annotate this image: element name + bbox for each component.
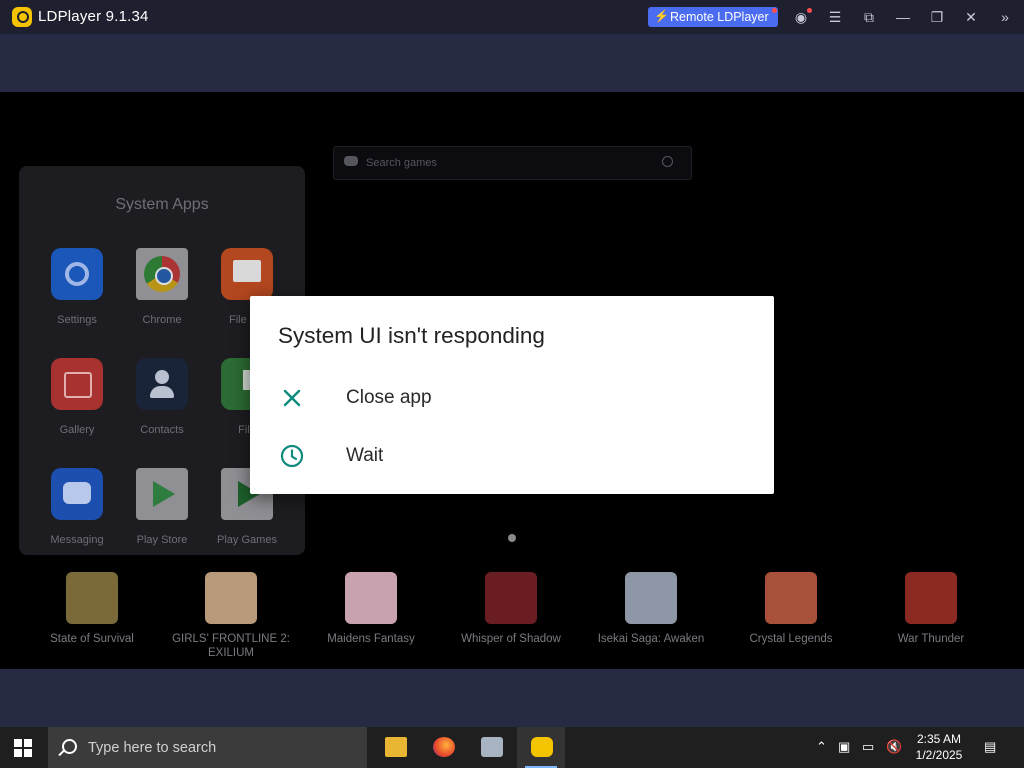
game-war-thunder[interactable]: War Thunder: [861, 572, 1001, 646]
emulator-top-bar: [0, 34, 1024, 92]
ldplayer-taskbar-button[interactable]: [517, 727, 565, 768]
gamepad-icon: [344, 156, 358, 166]
notification-icon[interactable]: ▤: [984, 739, 996, 755]
app-messaging[interactable]: Messaging: [35, 468, 119, 546]
network-icon[interactable]: ▭: [862, 739, 874, 755]
wait-button[interactable]: Wait: [250, 430, 774, 482]
app-taskbar-button[interactable]: [467, 727, 515, 768]
game-icon: [205, 572, 257, 624]
game-icon: [765, 572, 817, 624]
game-whisper-of-shadow[interactable]: Whisper of Shadow: [441, 572, 581, 646]
clock-time: 2:35 AM: [916, 732, 962, 746]
taskbar-search-box[interactable]: Type here to search: [48, 727, 367, 768]
game-crystal-legends[interactable]: Crystal Legends: [721, 572, 861, 646]
not-responding-dialog: System UI isn't responding Close app Wai…: [250, 296, 774, 494]
remote-ldplayer-button[interactable]: ⚡ Remote LDPlayer: [648, 7, 778, 27]
close-icon[interactable]: ✕: [962, 8, 980, 26]
search-icon[interactable]: [662, 156, 673, 167]
menu-icon[interactable]: ☰: [826, 8, 844, 26]
play-store-icon: [136, 468, 188, 520]
search-icon: [62, 739, 77, 754]
ldplayer-icon: [531, 737, 553, 757]
app-label: Chrome: [142, 314, 182, 326]
game-icon: [625, 572, 677, 624]
chevron-up-icon[interactable]: ⌃: [816, 739, 827, 755]
search-games-bar[interactable]: Search games: [333, 146, 692, 180]
game-label: State of Survival: [50, 633, 134, 645]
taskbar-clock[interactable]: 2:35 AM 1/2/2025: [905, 731, 973, 763]
game-label: Maidens Fantasy: [327, 633, 415, 645]
shrink-icon[interactable]: ⧉: [860, 8, 878, 26]
firefox-taskbar-button[interactable]: [419, 727, 467, 768]
game-state-of-survival[interactable]: State of Survival: [22, 572, 162, 646]
app-gallery[interactable]: Gallery: [35, 358, 119, 436]
taskbar-search-placeholder: Type here to search: [88, 740, 217, 756]
contacts-icon: [136, 358, 188, 410]
game-icon: [345, 572, 397, 624]
game-label: War Thunder: [897, 633, 965, 645]
minimize-icon[interactable]: —: [894, 8, 912, 26]
lightning-icon: ⚡: [654, 9, 669, 23]
system-apps-title: System Apps: [115, 196, 209, 213]
app-label: Play Games: [217, 534, 277, 546]
windows-taskbar: Type here to search ⌃ ▣ ▭ 🔇 2:35 AM 1/2/…: [0, 727, 1024, 768]
close-app-icon: [283, 389, 301, 407]
gallery-icon: [51, 358, 103, 410]
game-label: GIRLS' FRONTLINE 2: EXILIUM: [172, 633, 290, 659]
expand-sidebar-icon[interactable]: »: [996, 8, 1014, 26]
restore-icon[interactable]: ❐: [928, 8, 946, 26]
settings-icon: [51, 248, 103, 300]
windows-start-icon[interactable]: [14, 739, 32, 757]
file-manager-icon: [221, 248, 273, 300]
remote-ldplayer-label: Remote LDPlayer: [670, 10, 769, 24]
notification-dot: [772, 8, 777, 13]
game-icon: [66, 572, 118, 624]
page-indicator-dot: [508, 534, 516, 542]
app-label: Play Store: [136, 534, 188, 546]
emulator-bottom-bar: [0, 669, 1024, 727]
clock-date: 1/2/2025: [915, 748, 963, 762]
close-app-label: Close app: [346, 387, 432, 408]
app-label: Gallery: [59, 424, 95, 436]
app-label: Messaging: [50, 534, 104, 546]
game-label: Whisper of Shadow: [461, 633, 561, 645]
folder-icon: [385, 737, 407, 757]
close-app-button[interactable]: Close app: [250, 372, 774, 424]
volume-muted-icon[interactable]: 🔇: [886, 739, 902, 755]
app-settings[interactable]: Settings: [35, 248, 119, 326]
game-isekai-saga[interactable]: Isekai Saga: Awaken: [581, 572, 721, 646]
window-app-icon: [481, 737, 503, 757]
title-bar: LDPlayer 9.1.34 ⚡ Remote LDPlayer ◉ ☰ ⧉ …: [0, 0, 1024, 34]
game-label: Crystal Legends: [749, 633, 833, 645]
game-icon: [485, 572, 537, 624]
app-contacts[interactable]: Contacts: [120, 358, 204, 436]
app-chrome[interactable]: Chrome: [120, 248, 204, 326]
game-maidens-fantasy[interactable]: Maidens Fantasy: [301, 572, 441, 646]
shield-warning-icon[interactable]: ▣: [838, 739, 850, 755]
file-explorer-taskbar-button[interactable]: [371, 727, 419, 768]
clock-icon: [280, 444, 304, 468]
app-title: LDPlayer 9.1.34: [38, 8, 149, 25]
search-games-placeholder: Search games: [366, 157, 437, 169]
ldplayer-logo-icon: [12, 7, 32, 27]
firefox-icon: [433, 737, 455, 757]
chrome-icon: [136, 248, 188, 300]
app-play-store[interactable]: Play Store: [120, 468, 204, 546]
game-label: Isekai Saga: Awaken: [597, 633, 705, 645]
game-girls-frontline-2[interactable]: GIRLS' FRONTLINE 2: EXILIUM: [161, 572, 301, 660]
app-label: Settings: [57, 314, 97, 326]
user-icon[interactable]: ◉: [792, 8, 812, 26]
messaging-icon: [51, 468, 103, 520]
wait-label: Wait: [346, 445, 384, 466]
app-label: Contacts: [140, 424, 184, 436]
dialog-title: System UI isn't responding: [278, 323, 545, 348]
game-icon: [905, 572, 957, 624]
